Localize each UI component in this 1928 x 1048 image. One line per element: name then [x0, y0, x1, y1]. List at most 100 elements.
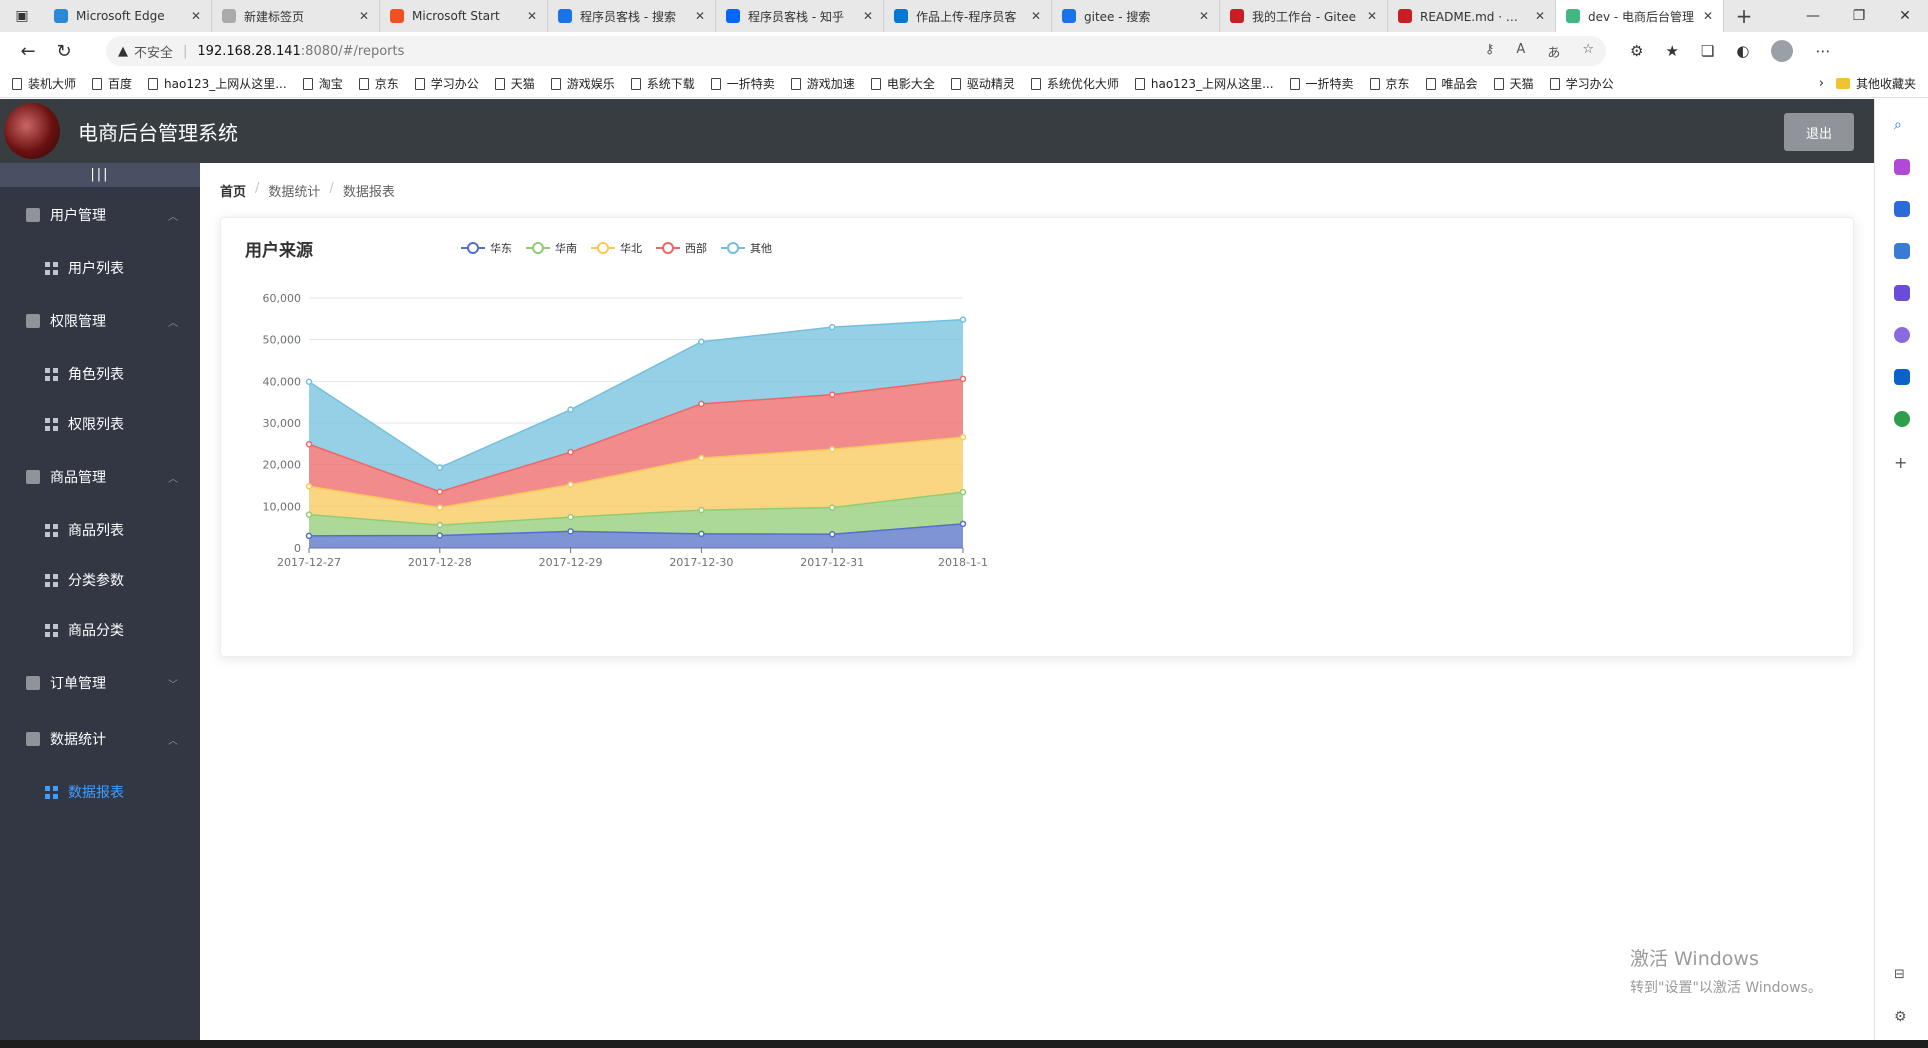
- tab-close-icon[interactable]: ✕: [1367, 9, 1377, 23]
- tab-close-icon[interactable]: ✕: [695, 9, 705, 23]
- browser-tab[interactable]: 程序员客栈 - 搜索 ✕: [548, 0, 716, 32]
- sidebar-item[interactable]: 权限列表: [0, 399, 200, 449]
- sidebar-item[interactable]: 商品列表: [0, 505, 200, 555]
- tab-close-icon[interactable]: ✕: [191, 9, 201, 23]
- url-field[interactable]: ▲ 不安全 | 192.168.28.141 :8080/#/reports ⚷…: [106, 36, 1606, 66]
- bookmark-item[interactable]: 唯品会: [1425, 75, 1478, 92]
- bookmark-item[interactable]: 淘宝: [302, 75, 343, 92]
- bookmark-item[interactable]: 驱动精灵: [950, 75, 1015, 92]
- browser-tab[interactable]: Microsoft Edge ✕: [44, 0, 212, 32]
- bookmark-item[interactable]: 京东: [1369, 75, 1410, 92]
- browser-tab[interactable]: 新建标签页 ✕: [212, 0, 380, 32]
- drop-icon[interactable]: [1894, 411, 1910, 427]
- bookmark-item[interactable]: 一折特卖: [1289, 75, 1354, 92]
- restore-icon[interactable]: ❐: [1836, 0, 1882, 32]
- translate-icon[interactable]: あ: [1547, 42, 1560, 61]
- legend-marker: [662, 242, 674, 254]
- tab-close-icon[interactable]: ✕: [359, 9, 369, 23]
- url-path: :8080/#/reports: [300, 43, 405, 59]
- sidebar-item[interactable]: 分类参数: [0, 555, 200, 605]
- sidebar-item-label: 数据报表: [68, 785, 124, 801]
- sidebar-group[interactable]: 商品管理 ︿: [0, 449, 200, 505]
- y-tick-label: 20,000: [263, 459, 302, 472]
- tab-favicon-icon: [558, 9, 572, 23]
- bookmark-item[interactable]: hao123_上网从这里...: [1134, 75, 1274, 92]
- refresh-icon[interactable]: ↻: [46, 33, 82, 69]
- bookmark-item[interactable]: 系统下载: [630, 75, 695, 92]
- tab-close-icon[interactable]: ✕: [863, 9, 873, 23]
- profile-avatar[interactable]: [1771, 40, 1794, 62]
- sidebar-group[interactable]: 权限管理 ︿: [0, 293, 200, 349]
- sidebar-group[interactable]: 用户管理 ︿: [0, 187, 200, 243]
- bookmark-item[interactable]: 学习办公: [1549, 75, 1614, 92]
- more-bookmarks-icon[interactable]: ›: [1819, 76, 1824, 91]
- sidebar-item[interactable]: 用户列表: [0, 243, 200, 293]
- browser-tab[interactable]: 程序员客栈 - 知乎 ✕: [716, 0, 884, 32]
- bookmark-item[interactable]: 电影大全: [870, 75, 935, 92]
- tab-close-icon[interactable]: ✕: [527, 9, 537, 23]
- tab-close-icon[interactable]: ✕: [1703, 9, 1713, 23]
- browser-tab[interactable]: 作品上传-程序员客 ✕: [884, 0, 1052, 32]
- outlook-icon[interactable]: [1894, 369, 1910, 385]
- minimize-icon[interactable]: —: [1790, 0, 1836, 32]
- office-icon[interactable]: [1894, 327, 1910, 343]
- tab-actions-icon[interactable]: ▣: [0, 0, 44, 32]
- browser-tab[interactable]: README.md · 解字 ✕: [1388, 0, 1556, 32]
- logout-button[interactable]: 退出: [1784, 113, 1854, 151]
- games-icon[interactable]: [1894, 285, 1910, 301]
- browser-tab-strip: ▣ Microsoft Edge ✕ 新建标签页 ✕ Microsoft Start ✕ 程…: [0, 0, 1928, 32]
- search-icon[interactable]: ⌕: [1894, 117, 1910, 133]
- sidebar-item[interactable]: 角色列表: [0, 349, 200, 399]
- sidebar-group[interactable]: 订单管理 ﹀: [0, 655, 200, 711]
- tab-close-icon[interactable]: ✕: [1031, 9, 1041, 23]
- browser-tab[interactable]: gitee - 搜索 ✕: [1052, 0, 1220, 32]
- add-icon[interactable]: +: [1894, 453, 1910, 472]
- bookmark-item[interactable]: 系统优化大师: [1030, 75, 1119, 92]
- copilot-icon[interactable]: [1894, 159, 1910, 175]
- sidebar-group[interactable]: 数据统计 ︿: [0, 711, 200, 767]
- settings-icon[interactable]: ⚙: [1894, 1009, 1910, 1025]
- bookmark-item[interactable]: 百度: [92, 75, 132, 92]
- shopping-icon[interactable]: [1894, 201, 1910, 217]
- other-bookmarks-folder[interactable]: 其他收藏夹: [1835, 75, 1916, 92]
- legend-label[interactable]: 其他: [750, 242, 772, 255]
- sidebar-item[interactable]: 商品分类: [0, 605, 200, 655]
- bookmark-item[interactable]: 天猫: [494, 75, 535, 92]
- read-aloud-icon[interactable]: A: [1516, 42, 1525, 61]
- more-menu-icon[interactable]: ⋯: [1815, 42, 1830, 60]
- legend-label[interactable]: 华南: [555, 241, 577, 255]
- new-tab-button[interactable]: +: [1724, 4, 1764, 28]
- close-window-icon[interactable]: ✕: [1882, 0, 1928, 32]
- bookmark-item[interactable]: 京东: [358, 75, 399, 92]
- legend-label[interactable]: 西部: [685, 241, 707, 255]
- collections-icon[interactable]: ❏: [1701, 42, 1714, 60]
- breadcrumb-home[interactable]: 首页: [220, 181, 246, 200]
- tools-icon[interactable]: [1894, 243, 1910, 259]
- bookmark-item[interactable]: 天猫: [1493, 75, 1534, 92]
- bookmark-item[interactable]: 游戏娱乐: [550, 75, 615, 92]
- bookmark-item[interactable]: 游戏加速: [790, 75, 855, 92]
- edge-icon[interactable]: ◐: [1736, 42, 1749, 60]
- panel-icon[interactable]: ⊟: [1894, 967, 1910, 983]
- browser-tab[interactable]: 我的工作台 - Gitee ✕: [1220, 0, 1388, 32]
- legend-label[interactable]: 华北: [620, 241, 642, 255]
- tab-favicon-icon: [1398, 9, 1412, 23]
- tab-close-icon[interactable]: ✕: [1199, 9, 1209, 23]
- bookmark-item[interactable]: hao123_上网从这里...: [148, 75, 287, 92]
- key-icon[interactable]: ⚷: [1485, 42, 1495, 61]
- extensions-icon[interactable]: ⚙: [1630, 42, 1643, 60]
- bookmark-item[interactable]: 一折特卖: [710, 75, 775, 92]
- legend-label[interactable]: 华东: [490, 241, 512, 255]
- back-icon[interactable]: ←: [10, 33, 46, 69]
- bookmark-item[interactable]: 学习办公: [414, 75, 479, 92]
- tab-close-icon[interactable]: ✕: [1535, 9, 1545, 23]
- favorite-add-icon[interactable]: ☆: [1582, 42, 1594, 61]
- data-point: [305, 441, 313, 448]
- sidebar-toggle[interactable]: |||: [0, 163, 200, 187]
- browser-tab[interactable]: dev - 电商后台管理 ✕: [1556, 0, 1724, 32]
- browser-tab[interactable]: Microsoft Start ✕: [380, 0, 548, 32]
- sidebar-item[interactable]: 数据报表: [0, 767, 200, 817]
- legend-marker: [467, 242, 479, 254]
- bookmark-item[interactable]: 装机大师: [12, 75, 76, 92]
- favorites-icon[interactable]: ★: [1665, 42, 1678, 60]
